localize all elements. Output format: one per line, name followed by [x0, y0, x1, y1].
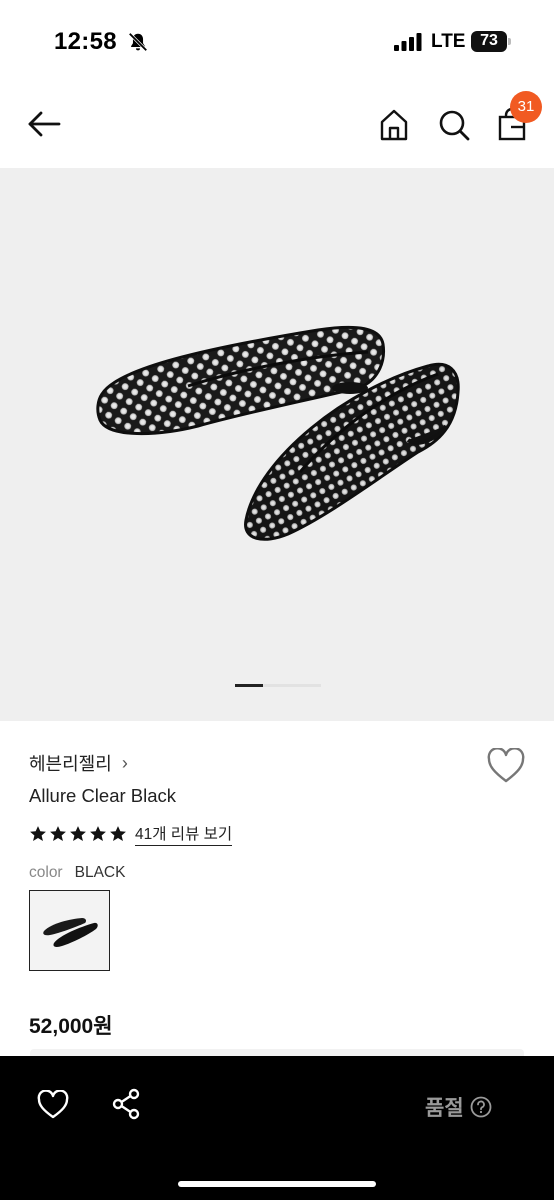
search-icon[interactable] [436, 107, 472, 143]
battery-icon: 73 [471, 31, 511, 52]
product-photo [96, 325, 460, 541]
star-rating [29, 825, 127, 843]
home-indicator [178, 1181, 376, 1187]
star-icon [90, 826, 106, 842]
chevron-right-icon: › [121, 752, 128, 773]
signal-icon [394, 33, 422, 51]
swatch-thumbnail [43, 918, 98, 947]
star-icon [110, 826, 126, 842]
brand-link[interactable]: 헤븐리젤리 › [29, 750, 128, 776]
gallery-indicator-track [263, 684, 321, 687]
soldout-status: 품절 [425, 1092, 492, 1122]
status-bar: 12:58 LTE 73 [0, 0, 554, 84]
color-row: color BLACK [29, 864, 125, 882]
product-price: 52,000원 [29, 1015, 113, 1038]
cart-count-badge[interactable]: 31 [510, 91, 542, 123]
product-name: Allure Clear Black [29, 785, 177, 806]
home-icon[interactable] [376, 107, 412, 143]
product-image-gallery[interactable] [0, 168, 554, 721]
heart-icon[interactable] [486, 748, 526, 784]
battery-level: 73 [480, 32, 498, 49]
gallery-indicator-active [235, 684, 263, 687]
color-swatch-black[interactable] [29, 890, 110, 971]
network-type: LTE [431, 31, 466, 52]
soldout-label: 품절 [425, 1097, 464, 1120]
status-time: 12:58 [54, 28, 117, 55]
star-icon [50, 826, 66, 842]
share-icon[interactable] [111, 1088, 141, 1120]
bell-off-icon [128, 32, 148, 52]
bottom-action-bar: 품절 [0, 1056, 554, 1200]
arrow-left-icon[interactable] [26, 106, 62, 142]
star-icon [30, 826, 46, 842]
rating-row: 41개 리뷰 보기 [29, 822, 233, 846]
top-nav [0, 84, 554, 168]
brand-name: 헤븐리젤리 [29, 754, 112, 774]
heart-icon[interactable] [37, 1090, 69, 1120]
review-link[interactable]: 41개 리뷰 보기 [135, 822, 233, 846]
star-icon [70, 826, 86, 842]
question-circle-icon[interactable] [470, 1096, 492, 1118]
color-value: BLACK [74, 864, 126, 881]
color-label: color [29, 864, 63, 881]
